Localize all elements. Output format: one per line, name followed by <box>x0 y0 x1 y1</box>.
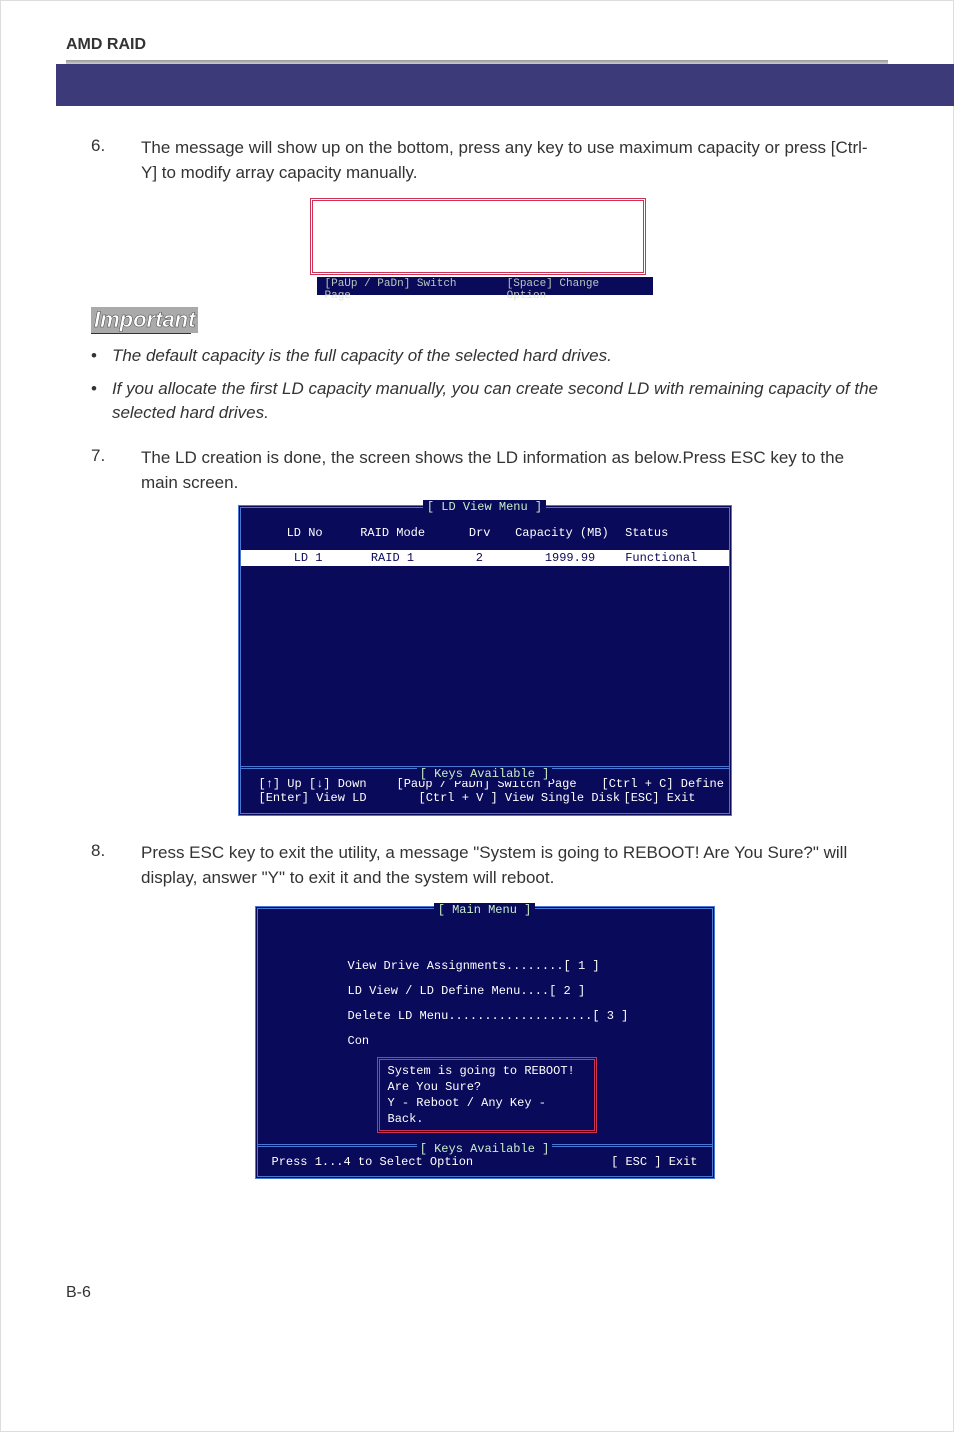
bios-small-line2: other key to use maximum capacity... <box>319 248 637 270</box>
bios-small-line1: Press Ctrl-Y to Modify Array Capacity or… <box>319 205 637 248</box>
step-6-number: 6. <box>91 136 116 185</box>
ld-col-mode: RAID Mode <box>335 526 451 540</box>
ld-keys-2c: [ESC] Exit <box>624 791 696 805</box>
step-7-number: 7. <box>91 446 116 495</box>
ld-keys-1c: [Ctrl + C] Define LD <box>602 777 746 791</box>
page-number: B-6 <box>1 1244 953 1302</box>
ld-row-mode: RAID 1 <box>335 551 451 565</box>
main-menu-screenshot: [ Main Menu ] View Drive Assignments....… <box>255 906 715 1180</box>
ld-keys-2b: [Ctrl + V ] View Single Disk <box>419 791 594 805</box>
ld-row-status: Functional <box>615 551 702 565</box>
doc-header-title: AMD RAID <box>66 36 888 54</box>
main-menu-item-3: Delete LD Menu....................[ 3 ] <box>348 1004 678 1029</box>
main-menu-item-2: LD View / LD Define Menu....[ 2 ] <box>348 979 678 1004</box>
main-menu-title: [ Main Menu ] <box>434 903 536 917</box>
reboot-line-2: Are You Sure? <box>388 1079 586 1095</box>
ld-col-drv: Drv <box>451 526 509 540</box>
bios-small-footer-right: [Space] Change Option <box>507 278 645 294</box>
mm-keys-title: [ Keys Available ] <box>417 1142 553 1156</box>
step-8-number: 8. <box>91 841 116 890</box>
important-callout: Important The default capacity is the fu… <box>91 305 878 426</box>
ld-row-selected: LD 1 RAID 1 2 1999.99 Functional <box>241 550 729 566</box>
ld-col-no: LD No <box>267 526 335 540</box>
important-bullet-2: If you allocate the first LD capacity ma… <box>112 377 878 426</box>
ld-view-menu-screenshot: [ LD View Menu ] LD No RAID Mode Drv Cap… <box>238 505 732 816</box>
ld-view-title: [ LD View Menu ] <box>423 500 546 514</box>
step-8-text: Press ESC key to exit the utility, a mes… <box>141 841 878 890</box>
important-bullet-1: The default capacity is the full capacit… <box>112 344 612 369</box>
reboot-confirm-dialog: System is going to REBOOT! Are You Sure?… <box>377 1057 597 1134</box>
important-label: Important <box>91 307 198 333</box>
step-6-text: The message will show up on the bottom, … <box>141 136 878 185</box>
ld-keys-1a: [↑] Up [↓] Down <box>259 777 367 791</box>
ld-row-drv: 2 <box>450 551 508 565</box>
ld-row-no: LD 1 <box>267 551 335 565</box>
header-blue-bar <box>56 64 954 106</box>
ld-keys-2a: [Enter] View LD <box>259 791 389 805</box>
ld-keys-title: [ Keys Available ] <box>417 767 553 781</box>
ld-col-status: Status <box>615 526 702 540</box>
ld-row-cap: 1999.99 <box>508 551 615 565</box>
ld-body-empty <box>241 566 729 766</box>
main-menu-item-4-prefix: Con <box>348 1029 678 1054</box>
mm-keys-left: Press 1...4 to Select Option <box>272 1155 474 1169</box>
main-menu-item-1: View Drive Assignments........[ 1 ] <box>348 954 678 979</box>
step-7-text: The LD creation is done, the screen show… <box>141 446 878 495</box>
reboot-line-1: System is going to REBOOT! <box>388 1063 586 1079</box>
bios-small-footer-left: [PaUp / PaDn] Switch Page <box>325 278 489 294</box>
ld-col-cap: Capacity (MB) <box>509 526 615 540</box>
reboot-line-3: Y - Reboot / Any Key - Back. <box>388 1095 586 1127</box>
mm-keys-right: [ ESC ] Exit <box>611 1155 697 1169</box>
bios-modify-capacity-screenshot: Press Ctrl-Y to Modify Array Capacity or… <box>310 198 660 295</box>
